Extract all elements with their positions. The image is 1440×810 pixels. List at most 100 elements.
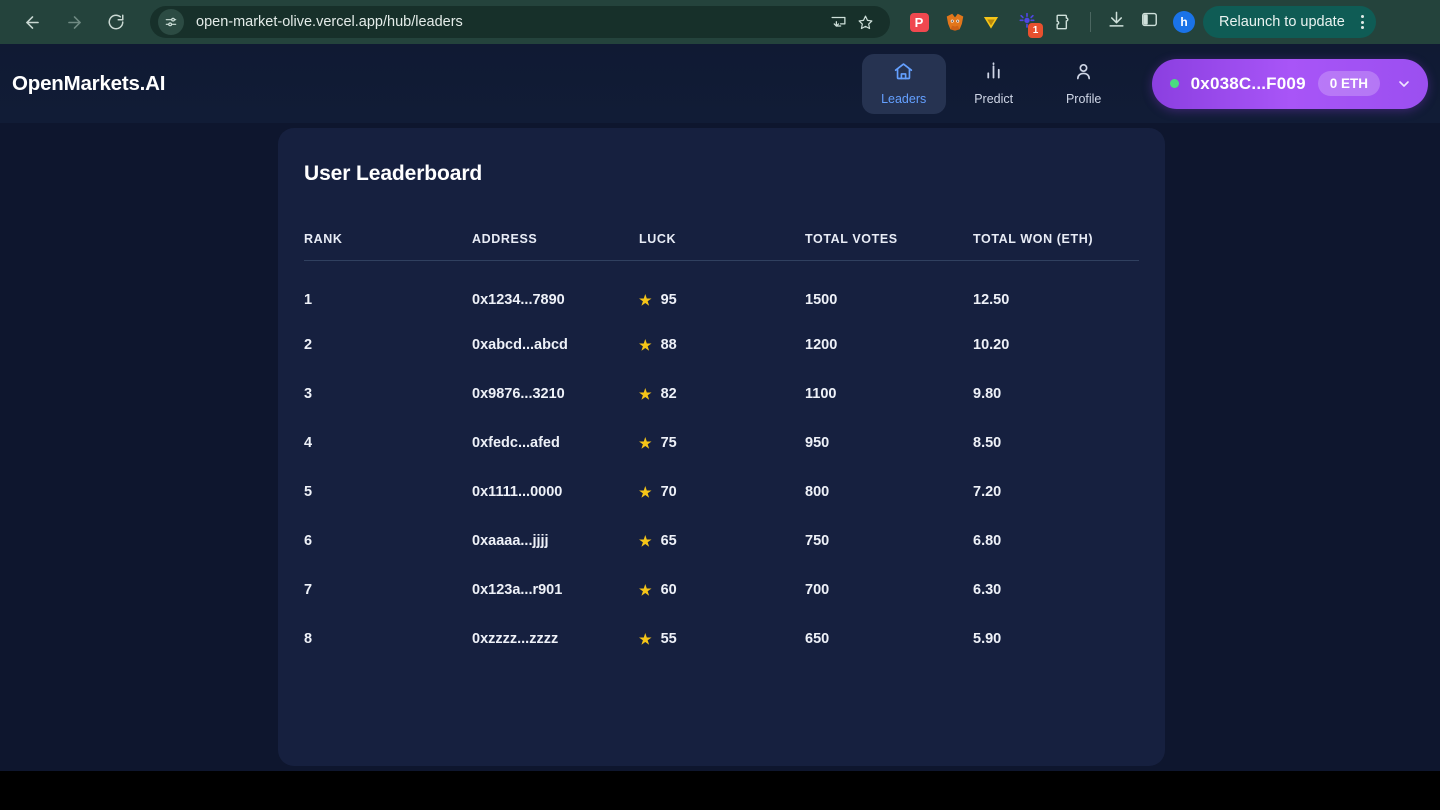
table-row[interactable]: 6 0xaaaa...jjjj ★ 65 750 6.80 bbox=[304, 506, 1139, 555]
site-settings-icon[interactable] bbox=[158, 9, 184, 35]
cell-luck: ★ 95 bbox=[639, 292, 805, 308]
reload-icon bbox=[107, 13, 125, 31]
cell-total-votes: 700 bbox=[805, 582, 830, 598]
star-icon: ★ bbox=[639, 386, 652, 402]
column-header-total-won: TOTAL WON (ETH) bbox=[973, 232, 1139, 261]
table-row[interactable]: 4 0xfedc...afed ★ 75 950 8.50 bbox=[304, 408, 1139, 457]
nav-label-predict: Predict bbox=[974, 92, 1014, 106]
cell-total-votes: 750 bbox=[805, 533, 830, 549]
triangle-wallet-icon[interactable] bbox=[980, 11, 1002, 33]
cell-luck: ★ 55 bbox=[639, 631, 805, 647]
download-icon[interactable] bbox=[1107, 10, 1126, 34]
cell-rank: 2 bbox=[304, 337, 313, 353]
star-icon: ★ bbox=[639, 533, 652, 549]
chevron-down-icon[interactable] bbox=[1392, 76, 1416, 92]
pocket-extension-label: P bbox=[909, 12, 929, 32]
extensions-area: P 1 bbox=[908, 11, 1074, 38]
pocket-extension-icon[interactable]: P bbox=[908, 11, 930, 33]
cell-rank: 8 bbox=[304, 631, 313, 647]
metamask-fox-icon[interactable] bbox=[944, 11, 966, 33]
relaunch-to-update-button[interactable]: Relaunch to update bbox=[1203, 6, 1376, 38]
column-header-luck: LUCK bbox=[639, 232, 805, 261]
kebab-menu-icon[interactable] bbox=[1355, 15, 1370, 29]
star-icon: ★ bbox=[639, 631, 652, 647]
nav-label-profile: Profile bbox=[1065, 92, 1102, 106]
side-panel-icon[interactable] bbox=[1140, 10, 1159, 34]
toolbar-divider bbox=[1090, 12, 1091, 32]
cell-rank: 4 bbox=[304, 435, 313, 451]
profile-avatar[interactable]: h bbox=[1173, 11, 1195, 33]
table-row[interactable]: 7 0x123a...r901 ★ 60 700 6.30 bbox=[304, 555, 1139, 604]
forward-button[interactable] bbox=[56, 4, 92, 40]
bar-chart-icon bbox=[983, 61, 1004, 87]
bookmark-star-icon[interactable] bbox=[857, 14, 874, 31]
nav-item-profile[interactable]: Profile bbox=[1042, 54, 1126, 114]
luck-value: 70 bbox=[660, 484, 677, 500]
cell-address: 0xabcd...abcd bbox=[472, 337, 568, 353]
cell-address: 0xzzzz...zzzz bbox=[472, 631, 559, 647]
table-row[interactable]: 8 0xzzzz...zzzz ★ 55 650 5.90 bbox=[304, 604, 1139, 653]
luck-value: 75 bbox=[660, 435, 677, 451]
cell-total-won: 10.20 bbox=[973, 337, 1010, 353]
extensions-puzzle-icon[interactable] bbox=[1052, 11, 1074, 33]
table-body: 1 0x1234...7890 ★ 95 1500 12.50 2 0xabcd...abcd… bbox=[304, 261, 1139, 653]
back-arrow-icon bbox=[23, 13, 42, 32]
cell-luck: ★ 60 bbox=[639, 582, 805, 598]
cell-rank: 6 bbox=[304, 533, 313, 549]
back-button[interactable] bbox=[14, 4, 50, 40]
cell-total-votes: 800 bbox=[805, 484, 830, 500]
leaderboard-table: RANK ADDRESS LUCK TOTAL VOTES TOTAL WON … bbox=[304, 232, 1139, 653]
cell-rank: 7 bbox=[304, 582, 313, 598]
luck-value: 65 bbox=[660, 533, 677, 549]
cell-total-won: 8.50 bbox=[973, 435, 1002, 451]
cell-address: 0xaaaa...jjjj bbox=[472, 533, 549, 549]
table-header-row: RANK ADDRESS LUCK TOTAL VOTES TOTAL WON … bbox=[304, 232, 1139, 261]
cell-total-won: 12.50 bbox=[973, 292, 1010, 309]
reload-button[interactable] bbox=[98, 4, 134, 40]
browser-toolbar: open-market-olive.vercel.app/hub/leaders… bbox=[0, 0, 1440, 44]
column-header-rank: RANK bbox=[304, 232, 472, 261]
nav-item-predict[interactable]: Predict bbox=[952, 54, 1036, 114]
column-header-total-votes: TOTAL VOTES bbox=[805, 232, 973, 261]
column-header-address: ADDRESS bbox=[472, 232, 639, 261]
wallet-button[interactable]: 0x038C...F009 0 ETH bbox=[1151, 58, 1428, 109]
table-row[interactable]: 1 0x1234...7890 ★ 95 1500 12.50 bbox=[304, 261, 1139, 310]
cell-total-won: 9.80 bbox=[973, 386, 1002, 402]
browser-actions-area: h bbox=[1107, 10, 1195, 34]
wallet-address: 0x038C...F009 bbox=[1190, 73, 1306, 93]
star-icon: ★ bbox=[639, 484, 652, 500]
nav-item-leaders[interactable]: Leaders bbox=[861, 53, 946, 114]
star-icon: ★ bbox=[639, 435, 652, 451]
table-row[interactable]: 2 0xabcd...abcd ★ 88 1200 10.20 bbox=[304, 310, 1139, 359]
cell-luck: ★ 75 bbox=[639, 435, 805, 451]
cast-icon[interactable] bbox=[830, 14, 847, 31]
home-icon bbox=[893, 61, 914, 87]
cell-total-votes: 1500 bbox=[805, 292, 838, 309]
main-nav: Leaders Predict Profile bbox=[861, 53, 1126, 114]
cell-luck: ★ 88 bbox=[639, 337, 805, 353]
cell-rank: 3 bbox=[304, 386, 313, 402]
wallet-balance-badge: 0 ETH bbox=[1317, 71, 1380, 96]
page-title: User Leaderboard bbox=[304, 162, 483, 185]
luck-value: 55 bbox=[660, 631, 677, 647]
cell-total-votes: 650 bbox=[805, 631, 830, 647]
address-bar[interactable]: open-market-olive.vercel.app/hub/leaders bbox=[150, 6, 890, 38]
cell-luck: ★ 82 bbox=[639, 386, 805, 402]
cell-total-votes: 1100 bbox=[805, 386, 837, 402]
starburst-extension-icon[interactable]: 1 bbox=[1016, 11, 1043, 38]
cell-address: 0x1234...7890 bbox=[472, 292, 565, 309]
app-logo[interactable]: OpenMarkets.AI bbox=[12, 72, 165, 96]
cell-address: 0x1111...0000 bbox=[472, 484, 563, 500]
table-row[interactable]: 5 0x1111...0000 ★ 70 800 7.20 bbox=[304, 457, 1139, 506]
cell-total-votes: 950 bbox=[805, 435, 830, 451]
luck-value: 60 bbox=[660, 582, 677, 598]
cell-total-votes: 1200 bbox=[805, 337, 838, 353]
table-row[interactable]: 3 0x9876...3210 ★ 82 1100 9.80 bbox=[304, 359, 1139, 408]
table-header: RANK ADDRESS LUCK TOTAL VOTES TOTAL WON … bbox=[304, 232, 1139, 261]
star-icon: ★ bbox=[639, 292, 652, 309]
cell-address: 0xfedc...afed bbox=[472, 435, 560, 451]
page-content: OpenMarkets.AI Leaders Predict Profile 0… bbox=[0, 44, 1440, 771]
cell-total-won: 6.80 bbox=[973, 533, 1002, 549]
leaderboard-card: User Leaderboard RANK ADDRESS LUCK TOTAL… bbox=[278, 128, 1165, 766]
cell-rank: 5 bbox=[304, 484, 313, 500]
